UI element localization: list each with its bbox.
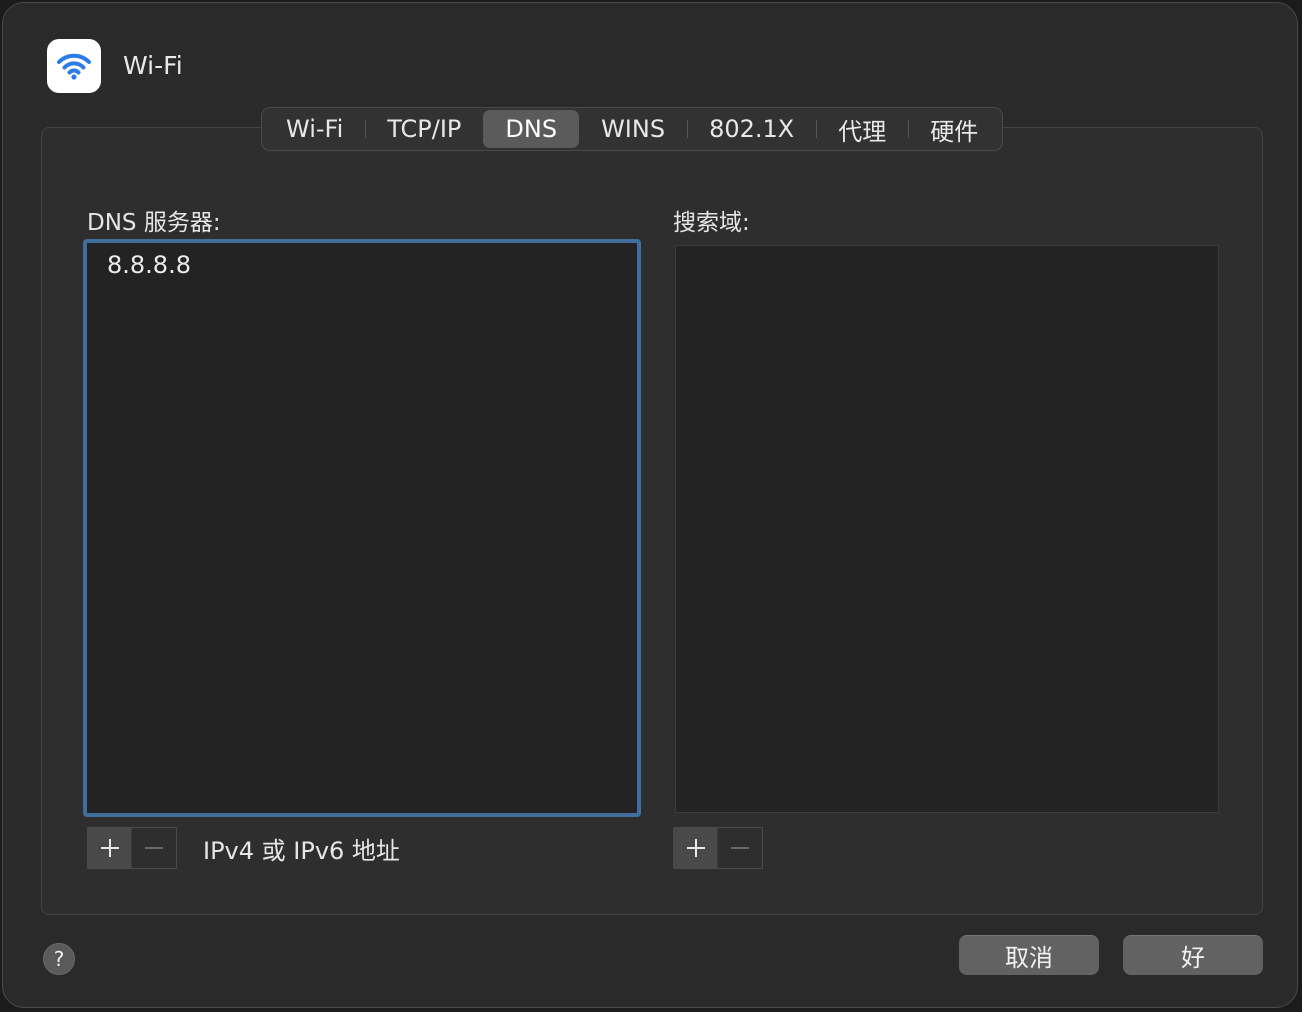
help-button[interactable]: ? (43, 943, 75, 975)
search-domains-label: 搜索域: (673, 210, 750, 236)
plus-icon (100, 839, 119, 857)
search-domains-buttons (673, 827, 763, 869)
dns-address-hint: IPv4 或 IPv6 地址 (203, 837, 400, 865)
remove-search-domain-button[interactable] (718, 828, 762, 868)
tab-wifi[interactable]: Wi-Fi (264, 110, 365, 148)
tab-dns[interactable]: DNS (483, 110, 580, 148)
ok-button[interactable]: 好 (1123, 935, 1263, 975)
tab-tcpip[interactable]: TCP/IP (365, 110, 483, 148)
search-domains-list[interactable] (675, 245, 1219, 813)
tab-bar: Wi-Fi TCP/IP DNS WINS 802.1X 代理 硬件 (261, 107, 1004, 151)
cancel-button[interactable]: 取消 (959, 935, 1099, 975)
dns-servers-label: DNS 服务器: (87, 210, 221, 236)
add-dns-server-button[interactable] (88, 828, 133, 868)
dns-servers-list[interactable]: 8.8.8.8 (83, 239, 641, 817)
tab-8021x[interactable]: 802.1X (687, 110, 816, 148)
tab-hardware[interactable]: 硬件 (908, 110, 1000, 148)
wifi-icon (57, 53, 91, 80)
dns-settings-window: Wi-Fi Wi-Fi TCP/IP DNS WINS 802.1X 代理 硬件… (2, 2, 1298, 1008)
dns-server-entry[interactable]: 8.8.8.8 (107, 251, 191, 279)
minus-icon (731, 847, 749, 849)
remove-dns-server-button[interactable] (132, 828, 176, 868)
window-title: Wi-Fi (123, 51, 183, 80)
tab-wins[interactable]: WINS (579, 110, 687, 148)
dns-servers-buttons (87, 827, 177, 869)
tab-proxy[interactable]: 代理 (816, 110, 908, 148)
minus-icon (145, 847, 163, 849)
app-icon (47, 39, 101, 93)
add-search-domain-button[interactable] (674, 828, 719, 868)
plus-icon (686, 839, 705, 857)
